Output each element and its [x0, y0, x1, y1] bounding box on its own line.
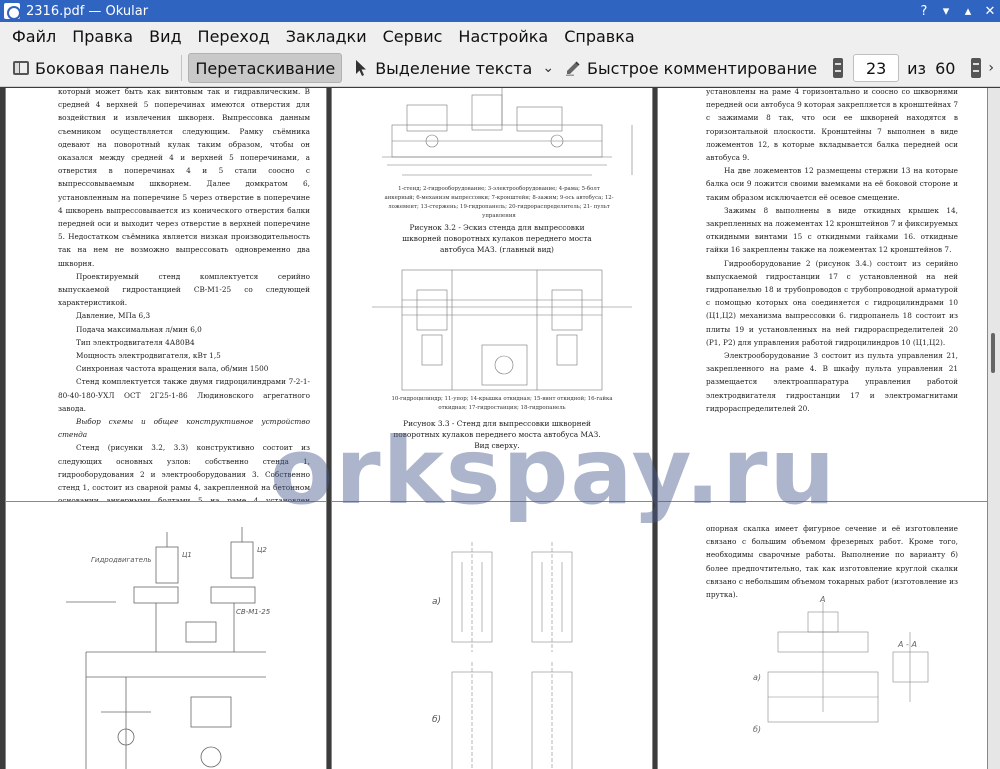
menu-edit[interactable]: Правка [64, 27, 141, 46]
page-22-text: который может быть как винтовым так и ги… [58, 88, 310, 547]
p22-para-2: Проектируемый стенд комплектуется серийн… [58, 271, 310, 308]
label-p27-section-mark: А [819, 595, 825, 604]
label-p27-section: А - А [897, 640, 917, 649]
label-c2: Ц2 [257, 546, 267, 554]
close-icon[interactable]: ✕ [980, 1, 1000, 21]
page-total-label: 60 [935, 58, 956, 78]
p22-para-1: который может быть как винтовым так и ги… [58, 88, 310, 268]
menu-tools[interactable]: Сервис [375, 27, 451, 46]
menu-settings[interactable]: Настройка [450, 27, 556, 46]
p22-para-5: Тип электродвигателя 4А80В4 [76, 337, 195, 347]
page-number-input[interactable]: 23 [853, 54, 900, 82]
sidebar-icon [12, 59, 30, 77]
p24-para-2: На две ложементов 12 размещены стержни 1… [706, 166, 958, 202]
figure-3-2-caption: Рисунок 3.2 - Эскиз стенда для выпрессов… [402, 223, 592, 254]
p22-para-6: Мощность электродвигателя, кВт 1,5 [76, 351, 221, 361]
page-next-icon[interactable] [971, 58, 982, 78]
help-icon[interactable]: ? [914, 1, 934, 21]
menu-bookmarks[interactable]: Закладки [278, 27, 375, 46]
page-25: Гидродвигатель Ц1 Ц2 СВ-М1-25 [5, 501, 327, 769]
page-of-label: из [907, 58, 927, 78]
text-select-tool-button[interactable]: Выделение текста [346, 53, 538, 83]
sidebar-toggle-button[interactable]: Боковая панель [6, 53, 175, 83]
figure-3-3-legend: 10-гидроцилиндр; 11-упор; 14-крышка отки… [391, 396, 613, 411]
menu-go[interactable]: Переход [190, 27, 278, 46]
figure-3-2-legend: 1-стенд; 2-гидрооборудование; 3-электроо… [384, 186, 614, 219]
p22-para-4: Подача максимальная л/мин 6,0 [76, 324, 202, 334]
page-prev-icon[interactable] [833, 58, 844, 78]
cursor-arrow-icon [352, 59, 370, 77]
okular-app-icon [4, 3, 21, 20]
sidebar-toggle-label: Боковая панель [35, 58, 170, 78]
page-27: опорная скалка имеет фигурное сечение и … [657, 501, 988, 769]
main-toolbar: Боковая панель Перетаскивание Выделение … [0, 50, 1000, 87]
detail-drawings: а) б) [432, 542, 573, 769]
figure-3-3-drawing [372, 269, 632, 391]
maximize-icon[interactable]: ▴ [958, 1, 978, 21]
p24-para-1: установлены на раме 4 горизонтально и со… [706, 88, 958, 163]
p24-para-5: Электрооборудование 3 состоит из пульта … [706, 351, 958, 413]
label-variant-b: б) [432, 715, 441, 725]
highlighter-icon [564, 59, 582, 77]
text-select-tool-label: Выделение текста [375, 58, 533, 78]
figure-3-3-caption: Рисунок 3.3 - Стенд для выпрессовки шкво… [393, 419, 601, 450]
toolbar-separator [181, 55, 183, 81]
label-c1: Ц1 [182, 551, 192, 559]
quick-annotate-button[interactable]: Быстрое комментирование [558, 53, 823, 83]
menu-help[interactable]: Справка [556, 27, 643, 46]
document-viewport[interactable]: который может быть как винтовым так и ги… [0, 88, 988, 769]
window-title: 2316.pdf — Okular [26, 3, 149, 19]
browse-tool-button[interactable]: Перетаскивание [188, 53, 343, 83]
menu-bar: Файл Правка Вид Переход Закладки Сервис … [0, 22, 1000, 50]
page-26: а) б) [331, 501, 653, 769]
page-24-text: установлены на раме 4 горизонтально и со… [706, 88, 958, 415]
quick-annotate-label: Быстрое комментирование [587, 58, 818, 78]
label-svm: СВ-М1-25 [236, 608, 271, 616]
figure-3-2-drawing [382, 88, 633, 176]
toolbar-overflow-icon[interactable]: › [988, 60, 994, 76]
menu-view[interactable]: Вид [141, 27, 189, 46]
window-titlebar: 2316.pdf — Okular ? ▾ ▴ ✕ [0, 0, 1000, 22]
chevron-down-icon[interactable]: ⌄ [542, 60, 554, 76]
label-p27-a: а) [753, 673, 761, 682]
p22-para-3: Давление, МПа 6,3 [76, 311, 151, 321]
label-variant-a: а) [432, 597, 441, 607]
minimize-icon[interactable]: ▾ [936, 1, 956, 21]
menu-file[interactable]: Файл [0, 27, 64, 46]
p22-para-8: Стенд комплектуется также двумя гидроцил… [58, 377, 310, 413]
browse-tool-label: Перетаскивание [195, 58, 336, 78]
vertical-scrollbar[interactable] [988, 88, 1000, 769]
p24-para-4: Гидрооборудование 2 (рисунок 3.4.) состо… [706, 258, 958, 347]
p22-para-9: Выбор схемы и общее конструктивное устро… [58, 417, 310, 440]
hydraulic-schematic-drawing: Гидродвигатель Ц1 Ц2 СВ-М1-25 [66, 527, 271, 769]
support-drawings: а) б) А А - А [753, 595, 929, 734]
label-p27-b: б) [753, 725, 761, 734]
p24-para-3: Зажимы 8 выполнены в виде откидных крыше… [706, 205, 958, 255]
label-hydro-motor: Гидродвигатель [91, 556, 151, 564]
scrollbar-thumb[interactable] [991, 333, 995, 373]
p22-para-7: Синхронная частота вращения вала, об/мин… [76, 364, 269, 374]
